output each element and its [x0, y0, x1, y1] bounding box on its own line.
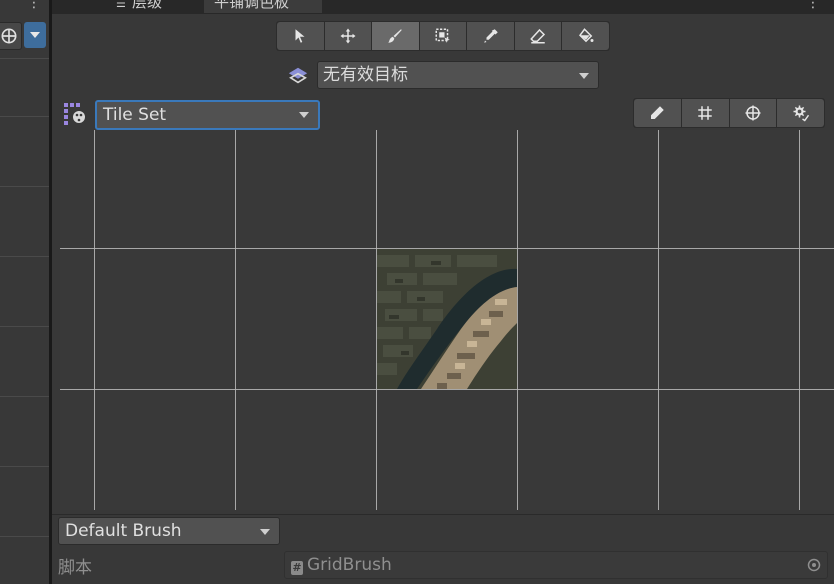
- grid-icon: [698, 106, 712, 120]
- active-target-label: 无有效目标: [323, 65, 408, 85]
- left-gridline: [0, 536, 49, 537]
- globe-icon: [1, 28, 17, 44]
- left-globe-button[interactable]: [0, 22, 22, 50]
- left-gridline: [0, 466, 49, 467]
- list-icon: ☰: [116, 0, 126, 10]
- palette-grid-canvas[interactable]: [60, 130, 834, 510]
- gizmo-icon: [745, 105, 761, 121]
- tab-bar: ☰ 层级 平铺调色板 ⋮: [52, 0, 834, 14]
- brush-label: Default Brush: [65, 521, 182, 541]
- box-select-icon: [435, 28, 450, 43]
- script-object-field[interactable]: # GridBrush: [284, 551, 828, 579]
- move-icon: [340, 28, 356, 44]
- select-tool-button[interactable]: [277, 22, 324, 50]
- tileset-dropdown[interactable]: Tile Set: [95, 100, 320, 130]
- palette-tile[interactable]: [377, 249, 517, 389]
- tab-palette-label: 平铺调色板: [214, 0, 290, 11]
- pencil-icon: [651, 106, 665, 119]
- script-file-icon: #: [291, 561, 303, 575]
- brush-dropdown[interactable]: Default Brush: [58, 517, 280, 545]
- palette-settings-button[interactable]: [777, 99, 824, 127]
- left-gridline: [0, 396, 49, 397]
- left-gridline: [0, 58, 49, 59]
- left-dropdown-button[interactable]: [24, 22, 46, 48]
- script-value: GridBrush: [307, 555, 392, 575]
- toggle-gizmos-button[interactable]: [729, 99, 777, 127]
- tile-palette-icon: [64, 103, 85, 125]
- grid-line: [799, 130, 800, 510]
- layers-icon: [288, 67, 308, 84]
- picker-tool-button[interactable]: [467, 22, 514, 50]
- tab-menu-icon[interactable]: ⋮: [806, 0, 820, 10]
- toggle-grid-button[interactable]: [681, 99, 729, 127]
- grid-line: [517, 130, 518, 510]
- left-gridline: [0, 116, 49, 117]
- grid-line: [658, 130, 659, 510]
- left-panel: [0, 0, 49, 584]
- script-label: 脚本: [58, 558, 92, 578]
- brush-icon: [388, 29, 403, 43]
- left-menu-icon[interactable]: ⋮: [27, 0, 41, 10]
- grid-line: [94, 130, 95, 510]
- chevron-down-icon: [579, 73, 589, 79]
- left-gridline: [0, 326, 49, 327]
- grid-line: [235, 130, 236, 510]
- arrow-cursor-icon: [295, 29, 305, 43]
- paint-tool-button[interactable]: [372, 22, 419, 50]
- left-gridline: [0, 256, 49, 257]
- box-fill-tool-button[interactable]: [419, 22, 467, 50]
- chevron-down-icon: [299, 112, 309, 118]
- divider: [52, 514, 834, 515]
- edit-palette-button[interactable]: [634, 99, 681, 127]
- tab-hierarchy-label: 层级: [132, 0, 163, 11]
- erase-tool-button[interactable]: [514, 22, 562, 50]
- grid-line: [60, 389, 834, 390]
- move-tool-button[interactable]: [324, 22, 372, 50]
- eraser-icon: [530, 28, 546, 44]
- tab-tile-palette[interactable]: 平铺调色板: [204, 0, 322, 13]
- paint-bucket-icon: [578, 28, 594, 43]
- tileset-label: Tile Set: [103, 105, 167, 125]
- eyedropper-icon: [483, 29, 498, 43]
- object-picker-icon[interactable]: [807, 558, 821, 572]
- left-gridline: [0, 186, 49, 187]
- fill-tool-button[interactable]: [562, 22, 610, 50]
- tool-bar: [276, 21, 610, 51]
- gear-icon: [793, 105, 809, 122]
- palette-view-tools: [633, 98, 825, 128]
- chevron-down-icon: [260, 529, 270, 535]
- tab-hierarchy[interactable]: ☰ 层级: [106, 0, 202, 13]
- active-target-dropdown[interactable]: 无有效目标: [317, 61, 599, 89]
